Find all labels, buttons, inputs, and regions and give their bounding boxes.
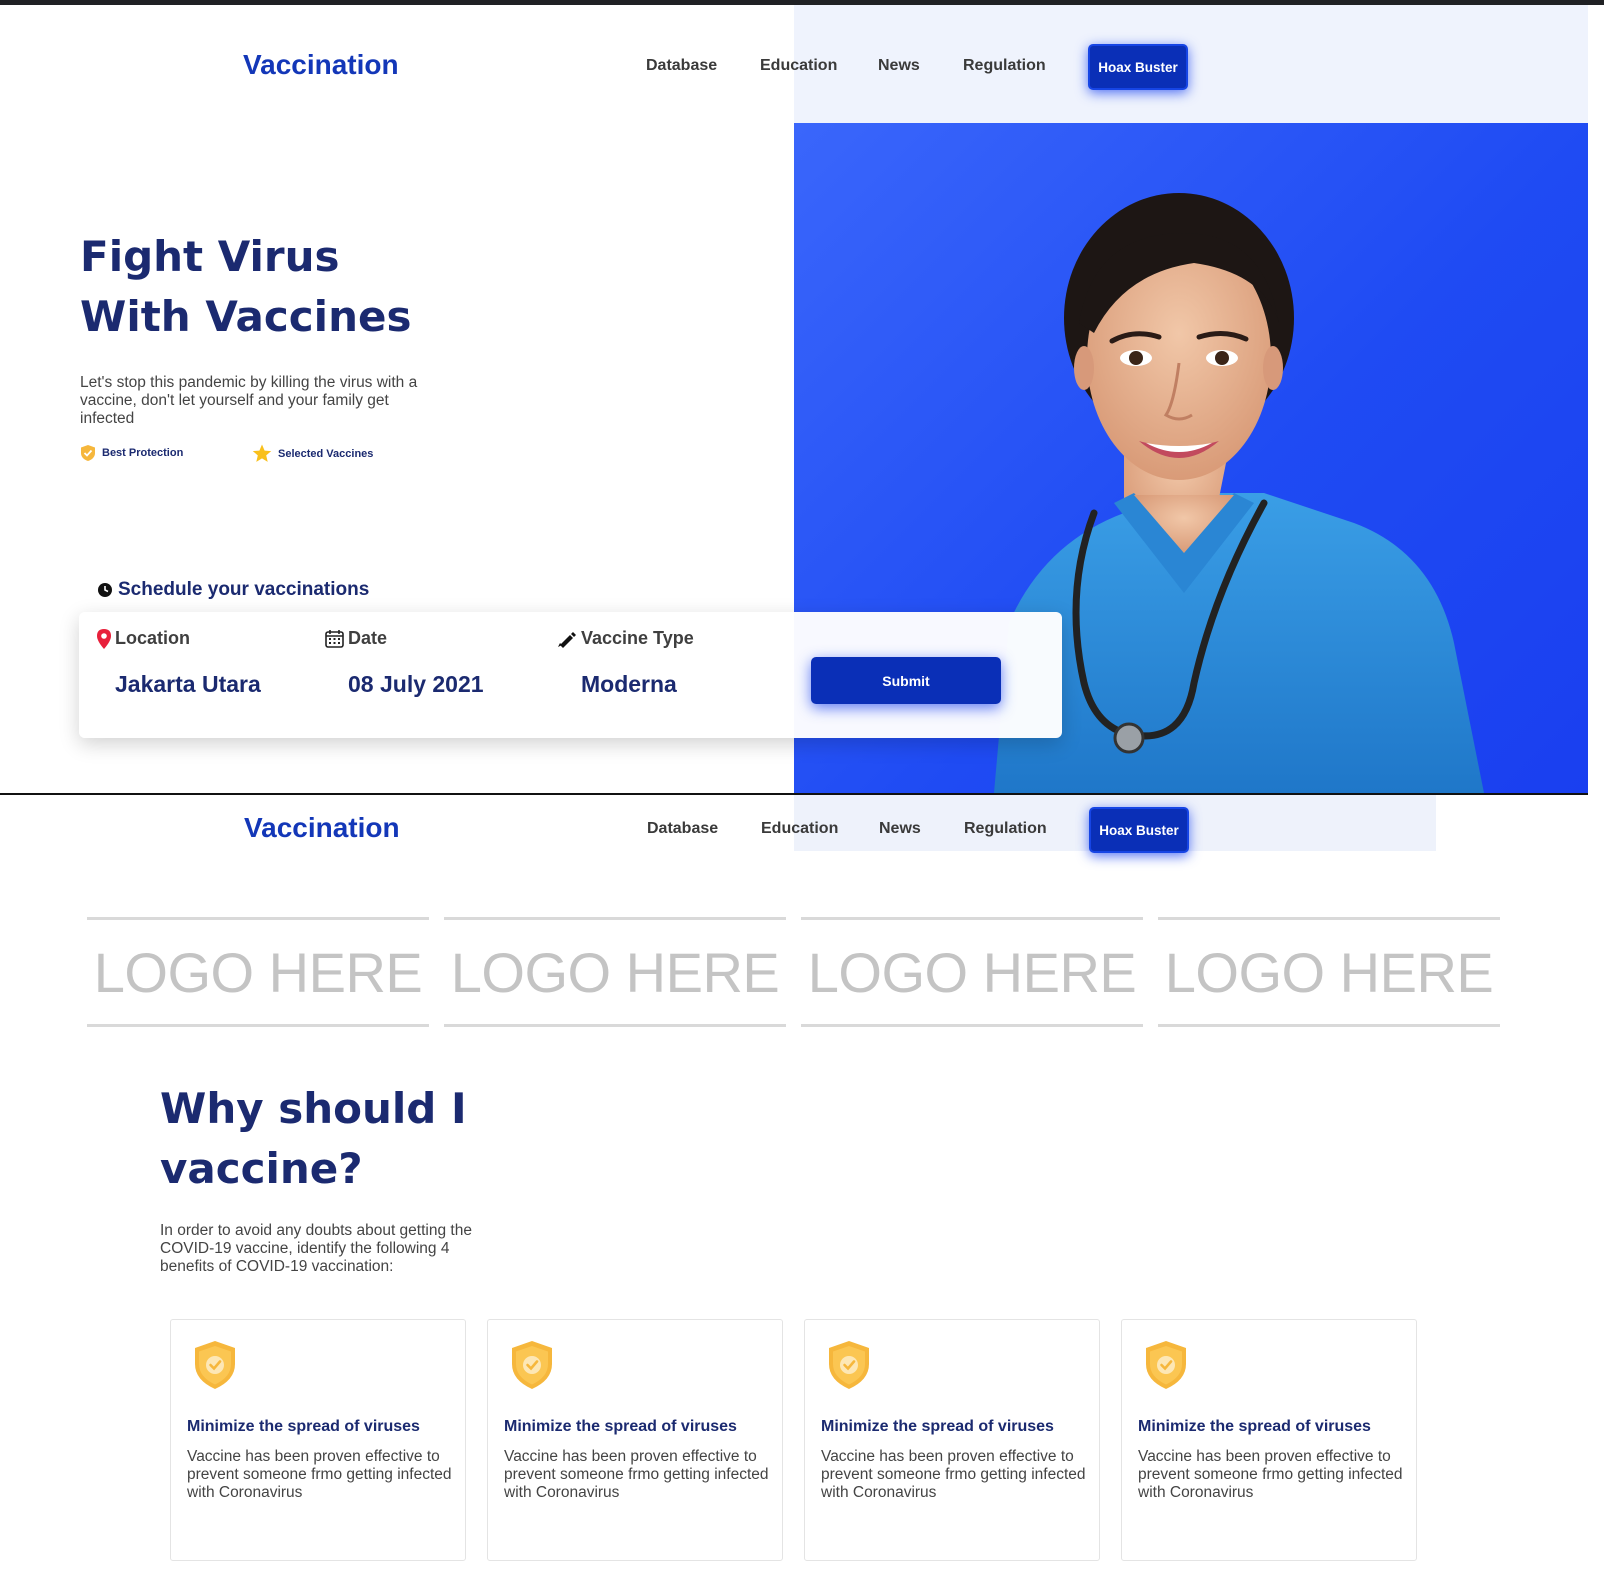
logo-placeholder-text: LOGO HERE xyxy=(450,940,780,1004)
brand-logo[interactable]: Vaccination xyxy=(243,49,399,81)
hoax-buster-button[interactable]: Hoax Buster xyxy=(1089,807,1189,853)
partner-logo: LOGO HERE xyxy=(87,917,429,1027)
logo-placeholder-text: LOGO HERE xyxy=(93,940,423,1004)
benefit-title: Minimize the spread of viruses xyxy=(821,1418,1054,1435)
partner-logo: LOGO HERE xyxy=(801,917,1143,1027)
schedule-form: Location Jakarta Utara Date 08 July 2021 xyxy=(79,612,1062,738)
why-vaccine-title: Why should I vaccine? xyxy=(160,1079,467,1199)
hero-title-line1: Fight Virus xyxy=(80,232,340,281)
schedule-label: Schedule your vaccinations xyxy=(118,579,370,600)
hero-description: Let's stop this pandemic by killing the … xyxy=(80,374,418,427)
shield-check-icon xyxy=(512,1341,552,1389)
benefit-card: Minimize the spread of viruses Vaccine h… xyxy=(170,1319,466,1561)
why-title-line1: Why should I xyxy=(160,1084,467,1133)
field-label-text: Location xyxy=(115,628,190,648)
star-icon xyxy=(252,444,272,462)
partner-logo: LOGO HERE xyxy=(444,917,786,1027)
location-field[interactable]: Location Jakarta Utara xyxy=(97,628,261,698)
nav-news[interactable]: News xyxy=(878,57,920,75)
shield-check-icon xyxy=(829,1341,869,1389)
nav-education[interactable]: Education xyxy=(761,820,838,838)
nav-news[interactable]: News xyxy=(879,820,921,838)
shield-icon xyxy=(81,445,95,461)
benefit-title: Minimize the spread of viruses xyxy=(187,1418,420,1435)
benefit-title: Minimize the spread of viruses xyxy=(504,1418,737,1435)
logo-placeholder-text: LOGO HERE xyxy=(1164,940,1494,1004)
why-vaccine-description: In order to avoid any doubts about getti… xyxy=(160,1222,472,1275)
hero-screen: Vaccination Database Education News Regu… xyxy=(0,5,1588,793)
benefit-text: Vaccine has been proven effective to pre… xyxy=(1138,1448,1403,1501)
nav-database[interactable]: Database xyxy=(646,57,717,75)
vaccine-type-value[interactable]: Moderna xyxy=(581,671,694,698)
benefit-title: Minimize the spread of viruses xyxy=(1138,1418,1371,1435)
nav-regulation[interactable]: Regulation xyxy=(964,820,1047,838)
date-value[interactable]: 08 July 2021 xyxy=(348,671,484,698)
shield-check-icon xyxy=(1146,1341,1186,1389)
schedule-heading: Schedule your vaccinations xyxy=(98,579,369,601)
benefit-text: Vaccine has been proven effective to pre… xyxy=(504,1448,769,1501)
vaccine-type-label: Vaccine Type xyxy=(557,628,694,649)
brand-logo[interactable]: Vaccination xyxy=(244,812,400,844)
why-title-line2: vaccine? xyxy=(160,1144,363,1193)
pen-icon xyxy=(558,631,576,648)
feature-best-protection: Best Protection xyxy=(80,444,183,462)
hoax-buster-button[interactable]: Hoax Buster xyxy=(1088,44,1188,90)
field-label-text: Date xyxy=(348,628,388,648)
logo-placeholder-text: LOGO HERE xyxy=(807,940,1137,1004)
benefit-card: Minimize the spread of viruses Vaccine h… xyxy=(804,1319,1100,1561)
benefit-text: Vaccine has been proven effective to pre… xyxy=(821,1448,1086,1501)
hero-title-line2: With Vaccines xyxy=(80,292,412,341)
hero-title: Fight Virus With Vaccines xyxy=(80,227,411,347)
field-label-text: Vaccine Type xyxy=(581,628,694,648)
submit-button[interactable]: Submit xyxy=(811,657,1001,704)
calendar-icon xyxy=(325,630,344,648)
vaccine-type-field[interactable]: Vaccine Type Moderna xyxy=(557,628,694,698)
location-label: Location xyxy=(97,628,261,649)
nav-regulation[interactable]: Regulation xyxy=(963,57,1046,75)
feature-selected-vaccines: Selected Vaccines xyxy=(252,444,373,463)
benefit-card: Minimize the spread of viruses Vaccine h… xyxy=(1121,1319,1417,1561)
benefit-text: Vaccine has been proven effective to pre… xyxy=(187,1448,452,1501)
location-value[interactable]: Jakarta Utara xyxy=(115,671,261,698)
shield-check-icon xyxy=(195,1341,235,1389)
benefits-screen: Vaccination Database Education News Regu… xyxy=(0,795,1588,1576)
partner-logo: LOGO HERE xyxy=(1158,917,1500,1027)
feature-label: Best Protection xyxy=(102,447,184,459)
date-field[interactable]: Date 08 July 2021 xyxy=(325,628,484,698)
location-pin-icon xyxy=(97,628,111,649)
nav-education[interactable]: Education xyxy=(760,57,837,75)
benefit-card: Minimize the spread of viruses Vaccine h… xyxy=(487,1319,783,1561)
clock-icon xyxy=(98,583,112,597)
date-label: Date xyxy=(325,628,484,649)
feature-label: Selected Vaccines xyxy=(278,447,374,460)
nav-database[interactable]: Database xyxy=(647,820,718,838)
